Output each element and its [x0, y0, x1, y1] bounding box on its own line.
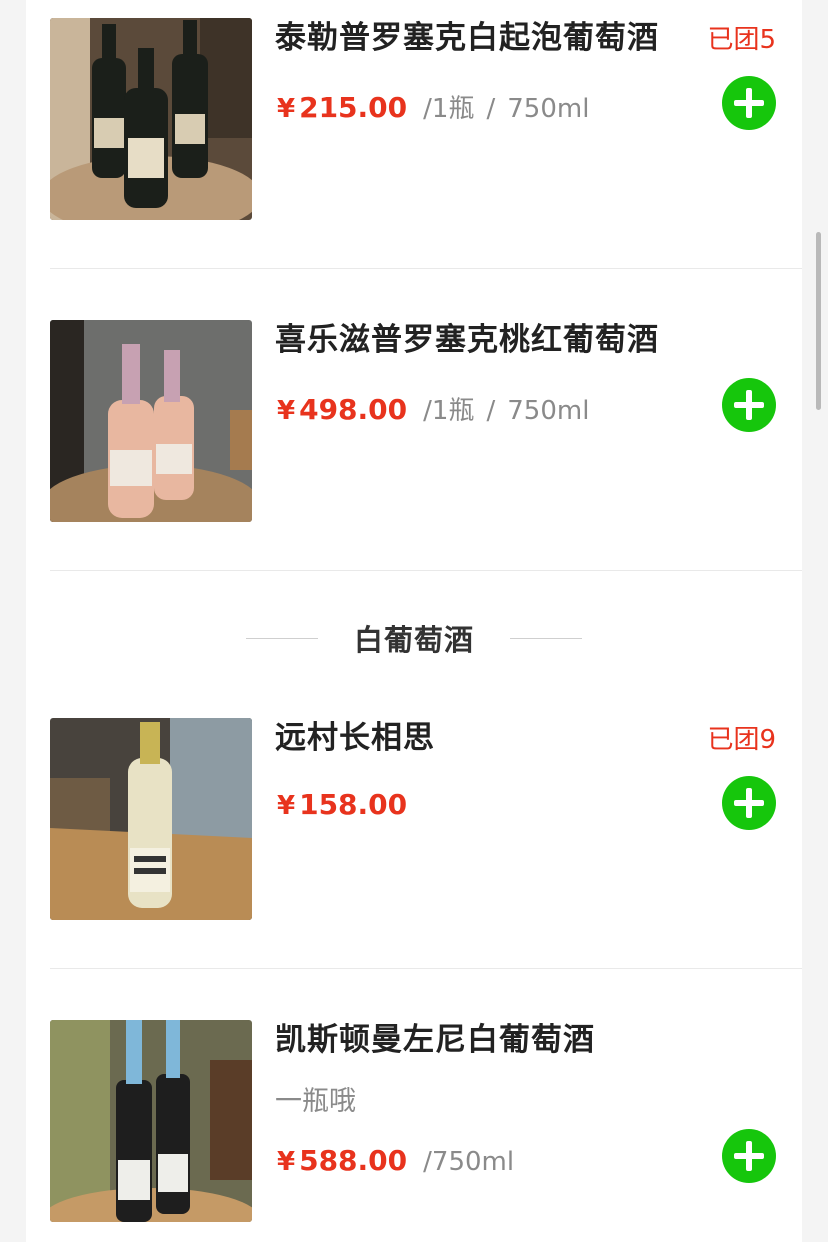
- plus-circle-icon[interactable]: [722, 76, 776, 130]
- divider: [50, 268, 802, 269]
- divider: [50, 968, 802, 969]
- sold-count-label: 已团9: [707, 725, 776, 755]
- separator: /: [486, 94, 496, 124]
- separator: /: [486, 396, 496, 426]
- section-title: 白葡萄酒: [353, 623, 474, 657]
- product-title[interactable]: 喜乐滋普罗塞克桃红葡萄酒: [275, 320, 659, 360]
- section-line-right: [510, 637, 582, 639]
- plus-circle-icon[interactable]: [722, 776, 776, 830]
- price-row: ¥498.00 /1瓶 / 750ml: [277, 390, 589, 430]
- volume-label: 750ml: [507, 94, 590, 124]
- section-line-left: [245, 637, 318, 639]
- price-row: ¥158.00: [277, 788, 407, 828]
- product-image[interactable]: [50, 718, 252, 920]
- volume-label: 750ml: [507, 396, 590, 426]
- product-image[interactable]: [50, 18, 252, 220]
- price-row: ¥588.00 /750ml: [277, 1144, 514, 1184]
- product-item[interactable]: 凯斯顿曼左尼白葡萄酒 一瓶哦 ¥588.00 /750ml: [26, 1002, 802, 1242]
- product-image[interactable]: [50, 1020, 252, 1222]
- product-title[interactable]: 远村长相思: [275, 718, 435, 758]
- price: ¥498.00: [277, 393, 408, 426]
- product-image[interactable]: [50, 320, 252, 522]
- product-list-panel: 泰勒普罗塞克白起泡葡萄酒 已团5 ¥215.00 /1瓶 / 750ml 喜乐滋…: [26, 0, 802, 1242]
- section-header: 白葡萄酒: [26, 614, 802, 662]
- plus-circle-icon[interactable]: [722, 378, 776, 432]
- unit-label: /1瓶: [423, 94, 475, 124]
- product-item[interactable]: 喜乐滋普罗塞克桃红葡萄酒 ¥498.00 /1瓶 / 750ml: [26, 302, 802, 571]
- divider: [50, 570, 802, 571]
- product-title[interactable]: 泰勒普罗塞克白起泡葡萄酒: [275, 18, 659, 58]
- plus-circle-icon[interactable]: [722, 1129, 776, 1183]
- price: ¥158.00: [277, 788, 408, 821]
- product-item[interactable]: 泰勒普罗塞克白起泡葡萄酒 已团5 ¥215.00 /1瓶 / 750ml: [26, 0, 802, 269]
- price: ¥588.00: [277, 1144, 408, 1177]
- scrollbar[interactable]: [816, 232, 821, 410]
- unit-label: /750ml: [423, 1147, 515, 1177]
- product-item[interactable]: 远村长相思 已团9 ¥158.00: [26, 700, 802, 969]
- product-subtitle: 一瓶哦: [275, 1086, 356, 1117]
- price-row: ¥215.00 /1瓶 / 750ml: [277, 88, 589, 128]
- product-title[interactable]: 凯斯顿曼左尼白葡萄酒: [275, 1020, 595, 1060]
- unit-label: /1瓶: [423, 396, 475, 426]
- sold-count-label: 已团5: [707, 25, 776, 55]
- price: ¥215.00: [277, 91, 408, 124]
